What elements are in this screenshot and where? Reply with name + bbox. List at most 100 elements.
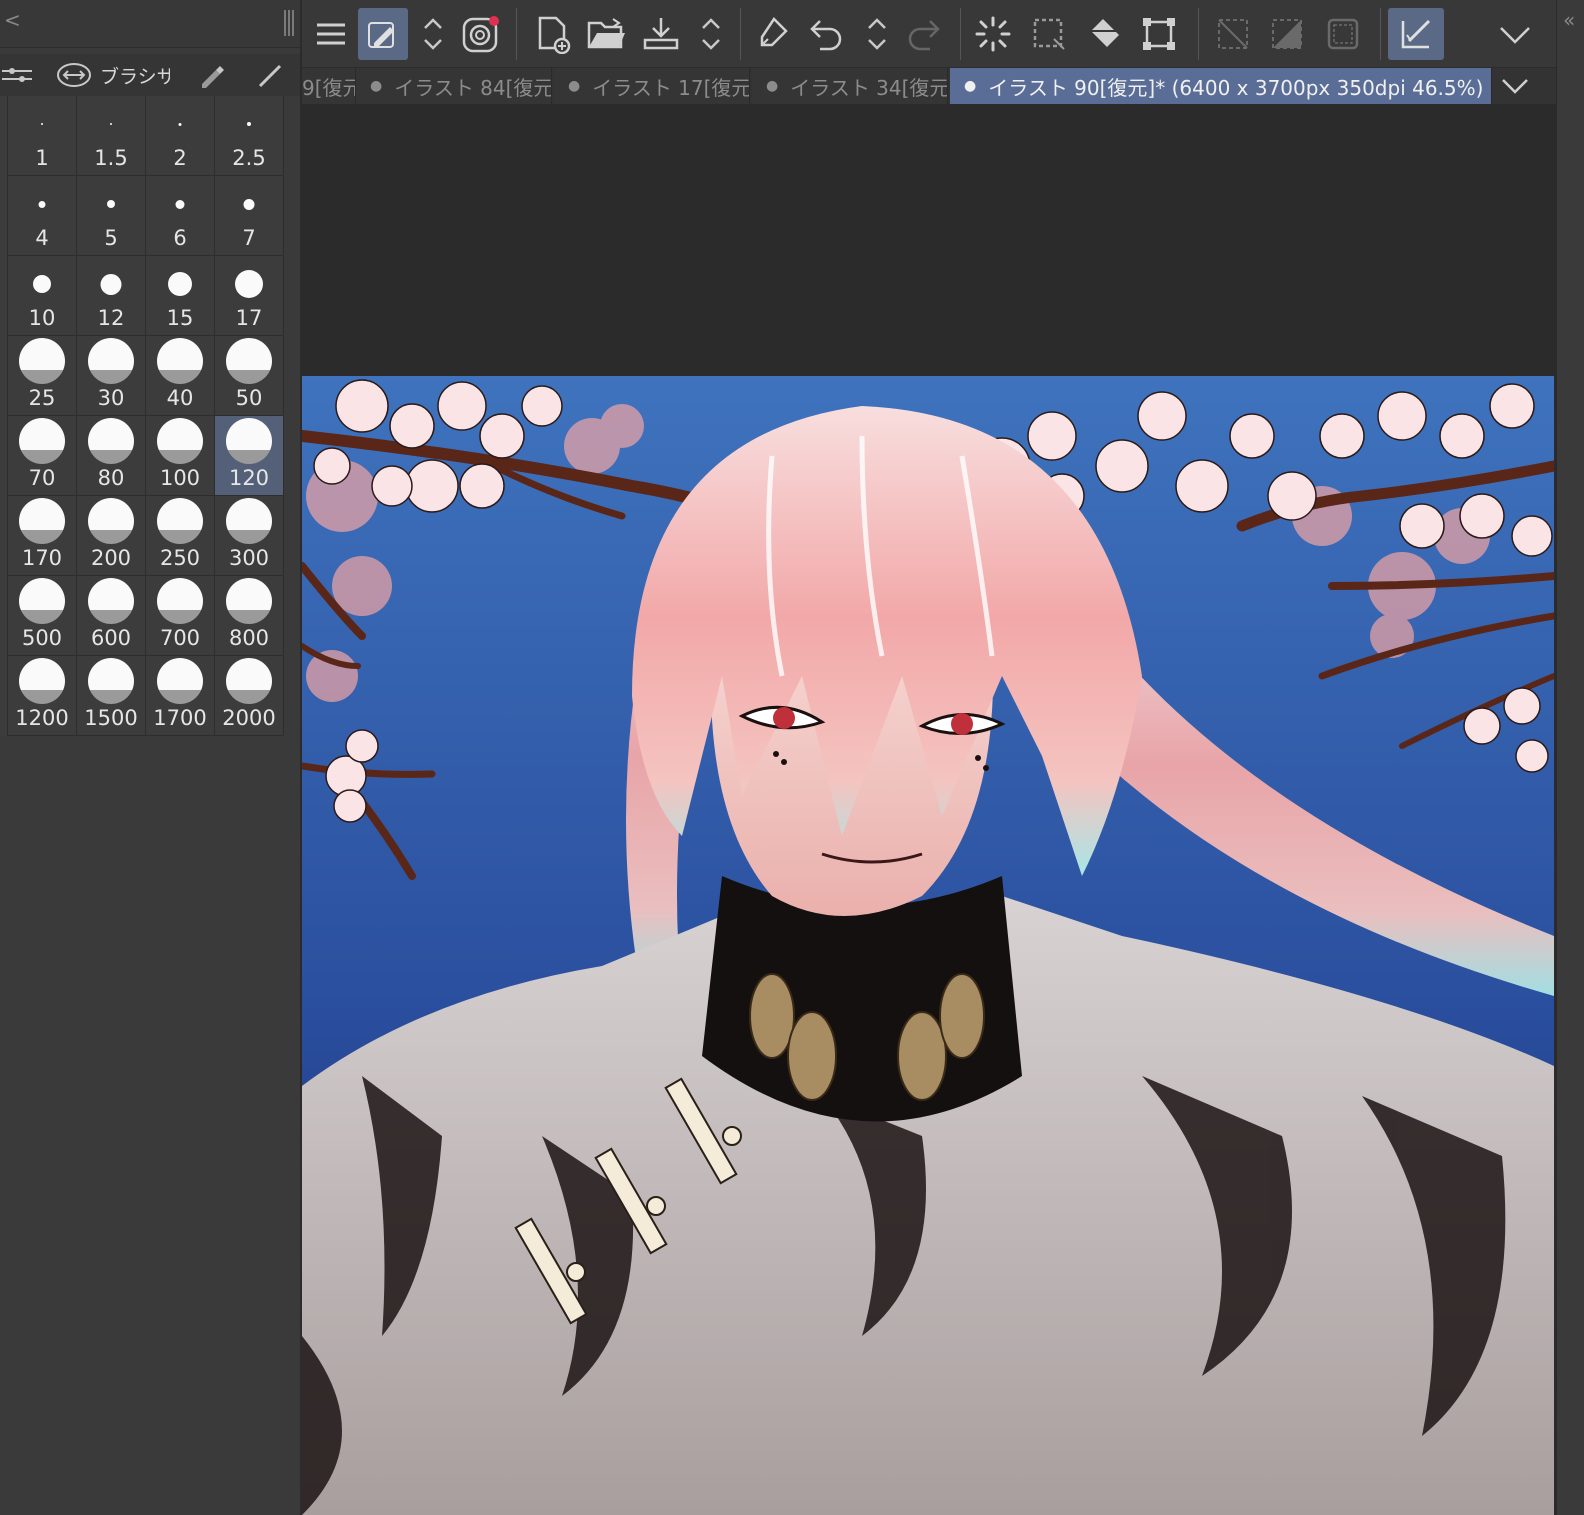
tab-label: イラスト 90[復元]* (6400 x 3700px 350dpi 46.5%… [988, 75, 1484, 100]
sliders-icon[interactable] [2, 62, 38, 88]
brush-preview-icon [19, 338, 65, 384]
brush-preview-icon [38, 200, 46, 208]
tab-overflow-icon[interactable] [1500, 74, 1530, 102]
pen-tab-icon[interactable] [198, 62, 228, 88]
eraser-icon[interactable] [748, 8, 798, 60]
brush-size-cell[interactable]: 2 [146, 96, 215, 176]
brush-size-cell[interactable]: 17 [215, 256, 284, 336]
chevron-updown-icon[interactable] [852, 8, 902, 60]
tab-dot-icon: ● [568, 78, 581, 94]
brush-preview-icon [157, 498, 203, 544]
brush-size-cell[interactable]: 170 [8, 496, 77, 576]
brush-size-label: 50 [235, 386, 263, 410]
brush-size-label: 200 [90, 546, 132, 570]
brush-size-label: 80 [97, 466, 125, 490]
panel-grip-icon[interactable] [284, 10, 294, 36]
transform-icon[interactable] [1134, 8, 1184, 60]
brush-size-label: 10 [28, 306, 56, 330]
brush-size-label: 4 [35, 226, 49, 250]
command-bar [302, 0, 1584, 68]
tab-label: イラスト 17[復元 [592, 75, 750, 100]
brush-size-cell[interactable]: 50 [215, 336, 284, 416]
pen-settings-icon[interactable] [358, 8, 408, 60]
brush-size-cell[interactable]: 4 [8, 176, 77, 256]
brush-size-tab-label[interactable]: ブラシサ [100, 62, 170, 89]
brush-size-cell[interactable]: 1700 [146, 656, 215, 736]
brush-size-label: 17 [235, 306, 263, 330]
redo-icon[interactable] [898, 8, 948, 60]
collapse-left-icon[interactable]: < [4, 8, 21, 32]
clear-selection-icon[interactable] [1208, 8, 1258, 60]
tab-document[interactable]: 9[復元 [302, 68, 356, 104]
brush-size-tab-icon[interactable] [56, 62, 92, 88]
check-pen-icon[interactable] [1388, 8, 1444, 60]
brush-size-cell[interactable]: 30 [77, 336, 146, 416]
chevron-updown-icon[interactable] [408, 8, 458, 60]
tab-document[interactable]: ● イラスト 17[復元 [554, 68, 750, 104]
brush-size-cell[interactable]: 40 [146, 336, 215, 416]
brush-size-cell[interactable]: 100 [146, 416, 215, 496]
selection-border-icon[interactable] [1318, 8, 1368, 60]
brush-size-label: 700 [159, 626, 201, 650]
brush-size-label: 1 [35, 146, 49, 170]
brush-size-cell[interactable]: 2.5 [215, 96, 284, 176]
brush-preview-icon [88, 418, 134, 464]
tab-document[interactable]: ● イラスト 34[復元 [752, 68, 948, 104]
save-icon[interactable] [636, 8, 686, 60]
brush-size-cell[interactable]: 120 [215, 416, 284, 496]
brush-preview-icon [19, 418, 65, 464]
brush-size-cell[interactable]: 800 [215, 576, 284, 656]
brush-preview-icon [88, 338, 134, 384]
brush-size-cell[interactable]: 700 [146, 576, 215, 656]
brush-size-cell[interactable]: 1 [8, 96, 77, 176]
brush-size-cell[interactable]: 2000 [215, 656, 284, 736]
brush-preview-icon [19, 658, 65, 704]
brush-preview-icon [226, 338, 272, 384]
open-folder-icon[interactable] [582, 8, 632, 60]
tab-dot-icon: ● [370, 78, 383, 94]
chevron-updown-icon[interactable] [686, 8, 736, 60]
fill-icon[interactable] [1080, 8, 1130, 60]
artwork-canvas[interactable] [302, 376, 1554, 1515]
brush-size-cell[interactable]: 10 [8, 256, 77, 336]
brush-size-cell[interactable]: 15 [146, 256, 215, 336]
brush-size-cell[interactable]: 500 [8, 576, 77, 656]
brush-size-cell[interactable]: 5 [77, 176, 146, 256]
brush-size-cell[interactable]: 12 [77, 256, 146, 336]
spiral-icon[interactable] [456, 8, 506, 60]
panel-header: < [0, 0, 300, 48]
brush-size-label: 25 [28, 386, 56, 410]
brush-size-cell[interactable]: 200 [77, 496, 146, 576]
invert-selection-icon[interactable] [1262, 8, 1312, 60]
brush-size-cell[interactable]: 250 [146, 496, 215, 576]
tab-document-active[interactable]: ● イラスト 90[復元]* (6400 x 3700px 350dpi 46.… [950, 68, 1492, 104]
brush-size-panel: < ブラシサ 1 1.5 2 2.5 4 5 6 7 10 12 15 17 25 30 40 50 70 80 1… [0, 0, 300, 1515]
brush-size-label: 1200 [15, 706, 69, 730]
collapse-right-icon[interactable]: « [1563, 8, 1575, 32]
brush-size-label: 40 [166, 386, 194, 410]
pencil-tab-icon[interactable] [256, 62, 286, 88]
brush-size-label: 30 [97, 386, 125, 410]
brush-size-grid: 1 1.5 2 2.5 4 5 6 7 10 12 15 17 25 30 40 50 70 80 100 120 17… [8, 96, 284, 736]
brush-size-cell[interactable]: 1500 [77, 656, 146, 736]
tab-document[interactable]: ● イラスト 84[復元 [356, 68, 552, 104]
brush-size-cell[interactable]: 600 [77, 576, 146, 656]
brush-size-cell[interactable]: 80 [77, 416, 146, 496]
brush-size-cell[interactable]: 7 [215, 176, 284, 256]
brush-preview-icon [157, 418, 203, 464]
tab-label: イラスト 84[復元 [394, 75, 552, 100]
brush-size-cell[interactable]: 300 [215, 496, 284, 576]
brush-size-cell[interactable]: 25 [8, 336, 77, 416]
brush-size-cell[interactable]: 1.5 [77, 96, 146, 176]
menu-icon[interactable] [306, 8, 356, 60]
brush-size-cell[interactable]: 6 [146, 176, 215, 256]
undo-icon[interactable] [802, 8, 852, 60]
brush-size-cell[interactable]: 1200 [8, 656, 77, 736]
loading-spinner-icon[interactable] [968, 8, 1018, 60]
brush-size-cell[interactable]: 70 [8, 416, 77, 496]
new-canvas-icon[interactable] [528, 8, 578, 60]
selection-icon[interactable] [1024, 8, 1074, 60]
brush-preview-icon [235, 270, 263, 298]
dropdown-icon[interactable] [1490, 8, 1540, 60]
brush-size-label: 170 [21, 546, 63, 570]
